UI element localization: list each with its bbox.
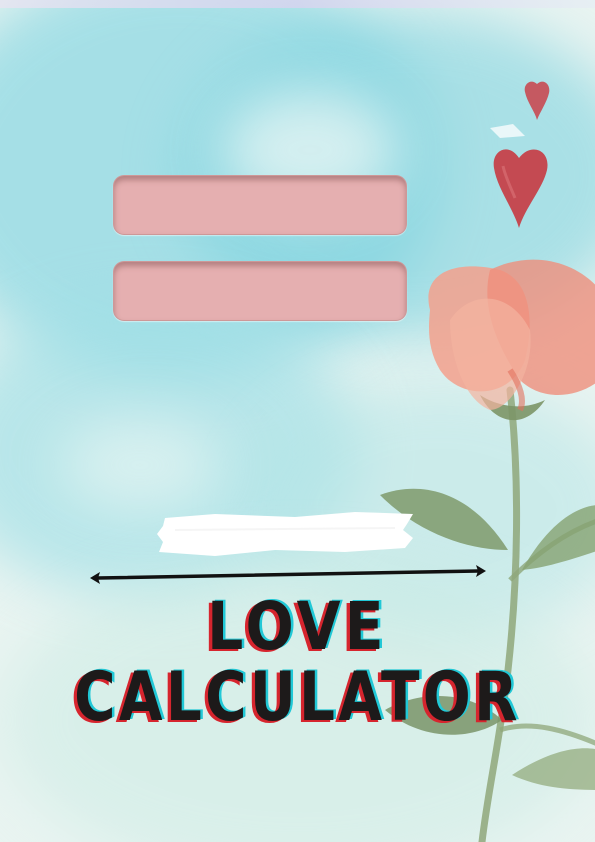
white-brush-stroke <box>157 512 413 556</box>
heart-icon <box>524 81 550 120</box>
title-love: LOVE <box>207 588 388 665</box>
paper-scrap <box>490 124 525 138</box>
heart-icon <box>493 149 548 228</box>
title-calculator: CALCULATOR <box>74 658 521 737</box>
second-name-input[interactable] <box>113 261 407 321</box>
hearts-decoration <box>490 81 550 228</box>
double-arrow-line <box>90 565 486 584</box>
top-strip <box>0 0 595 8</box>
love-calculator-page: LOVE CALCULATOR <box>0 0 595 842</box>
watercolor-highlight <box>60 420 220 510</box>
first-name-input[interactable] <box>113 175 407 235</box>
